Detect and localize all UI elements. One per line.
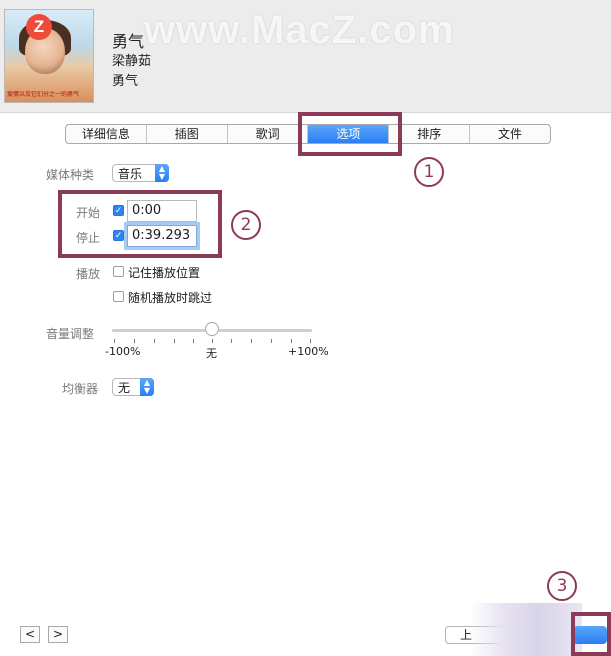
volume-tick (193, 339, 194, 343)
volume-tick (174, 339, 175, 343)
tab-file[interactable]: 文件 (470, 125, 550, 143)
remember-position-label: 记住播放位置 (128, 266, 201, 280)
playback-label: 播放 (76, 267, 101, 281)
volume-tick (271, 339, 272, 343)
album-art-caption: 爱情以及它们分之一的勇气 (7, 91, 80, 98)
volume-slider-thumb[interactable] (205, 322, 219, 336)
volume-adjust-label: 音量调整 (46, 327, 95, 341)
equalizer-value: 无 (118, 381, 131, 395)
volume-tick (291, 339, 292, 343)
song-album: 勇气 (112, 74, 139, 89)
annotation-step-3: 3 (547, 571, 577, 601)
skip-shuffle-checkbox[interactable] (113, 291, 124, 302)
volume-min-label: -100% (105, 345, 141, 358)
volume-tick (251, 339, 252, 343)
media-kind-select[interactable]: 音乐 ▲ ▼ (112, 164, 169, 182)
remember-position-checkbox[interactable] (113, 266, 124, 277)
tab-lyrics[interactable]: 歌词 (228, 125, 309, 143)
watermark-logo-icon: Z (26, 14, 52, 40)
annotation-highlight-ok-button (571, 612, 611, 656)
volume-tick (114, 339, 115, 343)
media-kind-label: 媒体种类 (46, 168, 95, 182)
chevron-updown-icon: ▲ ▼ (155, 164, 169, 182)
volume-tick (134, 339, 135, 343)
annotation-step-2: 2 (231, 210, 261, 240)
annotation-step-1: 1 (414, 157, 444, 187)
tab-artwork[interactable]: 插图 (147, 125, 228, 143)
annotation-highlight-options-tab (298, 112, 402, 156)
volume-max-label: +100% (288, 345, 329, 358)
volume-tick (310, 339, 311, 343)
volume-tick (231, 339, 232, 343)
blurred-region (470, 603, 582, 656)
media-kind-value: 音乐 (118, 167, 143, 181)
tab-details[interactable]: 详细信息 (66, 125, 147, 143)
volume-tick (212, 339, 213, 343)
watermark-text: www.MacZ.com (144, 8, 455, 52)
previous-track-button[interactable]: < (20, 626, 40, 643)
volume-mid-label: 无 (206, 347, 217, 360)
annotation-highlight-start-stop (58, 190, 222, 258)
next-track-button[interactable]: > (48, 626, 68, 643)
song-title: 勇气 (112, 32, 145, 51)
equalizer-label: 均衡器 (62, 382, 99, 396)
volume-tick (154, 339, 155, 343)
chevron-updown-icon: ▲ ▼ (140, 378, 154, 396)
skip-shuffle-label: 随机播放时跳过 (128, 291, 213, 305)
equalizer-select[interactable]: 无 ▲ ▼ (112, 378, 154, 396)
